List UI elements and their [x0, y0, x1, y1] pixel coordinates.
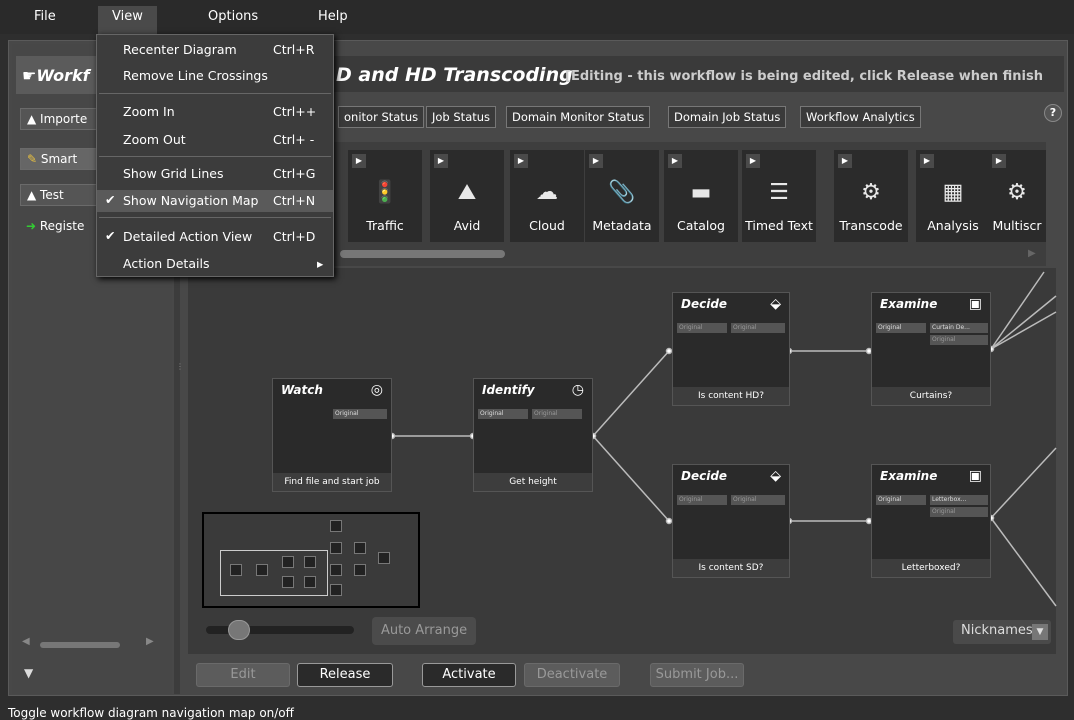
- submit-job-button[interactable]: Submit Job...: [650, 663, 744, 687]
- decide-icon: ⬙: [770, 468, 781, 484]
- activate-button[interactable]: Activate: [422, 663, 516, 687]
- examine-icon: ▣: [968, 468, 982, 484]
- chip-original: Original: [731, 495, 785, 505]
- chevron-down-icon: ▼: [1032, 624, 1048, 640]
- node-examine-letterboxed[interactable]: Examine ▣ Original Letterbox... Original …: [871, 464, 991, 578]
- chip-original: Original: [876, 323, 926, 333]
- node-identify[interactable]: Identify ◷ Original Original Get height: [473, 378, 593, 492]
- deactivate-button[interactable]: Deactivate: [524, 663, 620, 687]
- menu-item-remove-crossings[interactable]: Remove Line Crossings: [97, 65, 333, 87]
- menu-item-action-details[interactable]: Action Details ▸: [97, 253, 333, 275]
- examine-icon: ▣: [968, 296, 982, 312]
- chip-curtain: Curtain De...: [930, 323, 988, 333]
- view-menu-dropdown: Recenter Diagram Ctrl+R Remove Line Cross…: [96, 34, 334, 277]
- mini-node: [304, 556, 316, 568]
- checkmark-icon: ✔: [105, 228, 116, 243]
- chip-original: Original: [677, 323, 727, 333]
- edit-button[interactable]: Edit: [196, 663, 290, 687]
- node-decide-hd[interactable]: Decide ⬙ Original Original Is content HD?: [672, 292, 790, 406]
- chip-original: Original: [478, 409, 528, 419]
- chip-original: Original: [677, 495, 727, 505]
- mini-node: [378, 552, 390, 564]
- menu-separator: [99, 217, 331, 218]
- menu-item-detailed-action-view[interactable]: ✔ Detailed Action View Ctrl+D: [97, 226, 333, 248]
- mini-node: [330, 542, 342, 554]
- mini-node: [304, 576, 316, 588]
- menu-item-zoom-out[interactable]: Zoom Out Ctrl+ -: [97, 129, 333, 151]
- zoom-slider-handle[interactable]: [228, 620, 250, 640]
- mini-node: [330, 584, 342, 596]
- chip-original: Original: [333, 409, 387, 419]
- node-decide-sd[interactable]: Decide ⬙ Original Original Is content SD?: [672, 464, 790, 578]
- menu-separator: [99, 93, 331, 94]
- chip-original: Original: [731, 323, 785, 333]
- decide-icon: ⬙: [770, 296, 781, 312]
- mini-node: [282, 576, 294, 588]
- mini-node: [354, 564, 366, 576]
- menu-item-grid-lines[interactable]: Show Grid Lines Ctrl+G: [97, 163, 333, 185]
- nicknames-dropdown[interactable]: Nicknames ▼: [953, 620, 1051, 644]
- mini-node: [354, 542, 366, 554]
- submenu-arrow-icon: ▸: [317, 256, 324, 271]
- menu-item-recenter[interactable]: Recenter Diagram Ctrl+R: [97, 39, 333, 61]
- mini-node: [230, 564, 242, 576]
- chip-original: Original: [532, 409, 582, 419]
- menu-item-navigation-map[interactable]: ✔ Show Navigation Map Ctrl+N: [97, 190, 333, 212]
- chip-original: Original: [930, 335, 988, 345]
- chip-letterbox: Letterbox...: [930, 495, 988, 505]
- menu-separator: [99, 156, 331, 157]
- mini-node: [282, 556, 294, 568]
- menu-item-zoom-in[interactable]: Zoom In Ctrl++: [97, 101, 333, 123]
- mini-node: [330, 564, 342, 576]
- auto-arrange-button[interactable]: Auto Arrange: [372, 617, 476, 645]
- mini-node: [330, 520, 342, 532]
- node-watch[interactable]: Watch ◎ Original Find file and start job: [272, 378, 392, 492]
- watch-icon: ◎: [370, 382, 383, 398]
- identify-icon: ◷: [571, 382, 584, 398]
- node-examine-curtains[interactable]: Examine ▣ Original Curtain De... Original…: [871, 292, 991, 406]
- chip-original: Original: [876, 495, 926, 505]
- chip-original: Original: [930, 507, 988, 517]
- status-bar-text: Toggle workflow diagram navigation map o…: [8, 706, 294, 720]
- checkmark-icon: ✔: [105, 192, 116, 207]
- release-button[interactable]: Release: [297, 663, 393, 687]
- mini-node: [256, 564, 268, 576]
